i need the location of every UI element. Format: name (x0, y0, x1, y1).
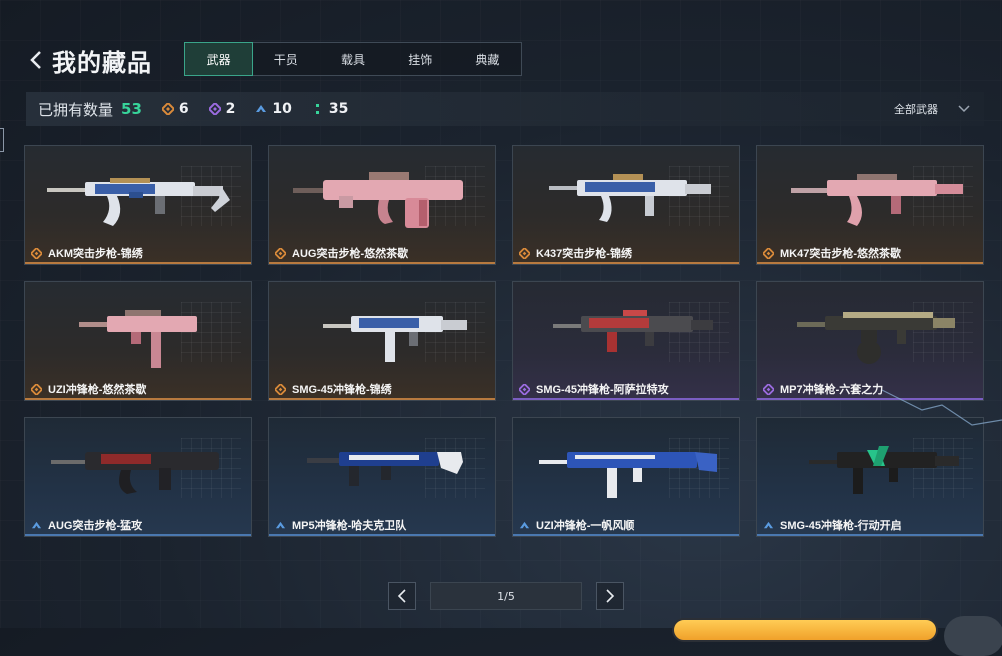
orange-diamond-icon (31, 383, 42, 395)
weapon-name: SMG-45冲锋枪-行动开启 (780, 520, 902, 532)
blue-chevron-icon (255, 103, 267, 115)
weapon-name: AUG突击步枪-悠然茶歇 (292, 248, 409, 260)
purple-diamond-icon (519, 383, 530, 395)
owned-count-total: 53 (121, 100, 142, 118)
purple-diamond-icon (763, 383, 774, 395)
blue-chevron-icon (275, 520, 286, 531)
blue-chevron-icon (31, 520, 42, 531)
chevron-left-icon (30, 51, 41, 69)
secondary-round-button[interactable] (944, 616, 1002, 656)
chevron-down-icon (958, 105, 970, 113)
weapon-name: MP7冲锋枪-六套之力 (780, 384, 884, 396)
tab-weapons[interactable]: 武器 (184, 42, 254, 76)
weapon-name: SMG-45冲锋枪-锦绣 (292, 384, 392, 396)
weapon-name: UZI冲锋枪-悠然茶歇 (48, 384, 147, 396)
stats-bar: 已拥有数量 53 6 2 10 35 全部武器 (26, 92, 984, 126)
weapon-card[interactable]: MK47突击步枪-悠然茶歇 (756, 145, 984, 265)
green-dots-icon (312, 103, 324, 115)
purple-diamond-icon (208, 103, 221, 115)
stat-green-count: 35 (328, 101, 349, 117)
header: 我的藏品 (26, 42, 152, 78)
orange-diamond-icon (519, 247, 530, 259)
smg-uzi-image (79, 310, 197, 368)
stat-blue: 10 (255, 101, 292, 117)
orange-diamond-icon (275, 383, 286, 395)
weapon-card[interactable]: SMG-45冲锋枪-行动开启 (756, 417, 984, 537)
weapon-card[interactable]: K437突击步枪-锦绣 (512, 145, 740, 265)
orange-diamond-icon (275, 247, 286, 259)
rifle-k437-image (549, 174, 711, 222)
weapon-filter-dropdown[interactable]: 全部武器 (894, 92, 970, 126)
weapon-card[interactable]: UZI冲锋枪-一帆风顺 (512, 417, 740, 537)
smg-45-image (809, 446, 959, 494)
smg-mp7-image (797, 312, 955, 364)
weapon-name: MK47突击步枪-悠然茶歇 (780, 248, 902, 260)
weapon-name: MP5冲锋枪-哈夫克卫队 (292, 520, 407, 532)
weapon-name: SMG-45冲锋枪-阿萨拉特攻 (536, 384, 669, 396)
stat-orange-count: 6 (178, 101, 189, 117)
weapon-card[interactable]: UZI冲锋枪-悠然茶歇 (24, 281, 252, 401)
smg-mp5-image (307, 452, 463, 486)
weapon-card[interactable]: AKM突击步枪-锦绣 (24, 145, 252, 265)
weapon-name: AUG突击步枪-猛攻 (48, 520, 143, 532)
page-title: 我的藏品 (52, 49, 152, 77)
next-page-button[interactable] (596, 582, 624, 610)
weapon-card[interactable]: AUG突击步枪-悠然茶歇 (268, 145, 496, 265)
blue-chevron-icon (519, 520, 530, 531)
orange-diamond-icon (31, 247, 42, 259)
pagination: 1/5 (388, 582, 624, 610)
rifle-mk47-image (791, 174, 963, 226)
stat-purple: 2 (208, 101, 236, 117)
category-tabs: 武器 干员 载具 挂饰 典藏 (184, 42, 522, 76)
primary-action-button[interactable] (672, 618, 938, 642)
rifle-akm-image (47, 178, 230, 226)
orange-diamond-icon (161, 103, 174, 115)
rifle-aug-image (51, 452, 219, 494)
stat-orange: 6 (161, 101, 189, 117)
smg-45-image (323, 316, 467, 362)
weapon-name: UZI冲锋枪-一帆风顺 (536, 520, 635, 532)
back-button[interactable] (26, 45, 46, 75)
weapon-name: K437突击步枪-锦绣 (536, 248, 632, 260)
weapon-name: AKM突击步枪-锦绣 (48, 248, 143, 260)
weapon-card[interactable]: MP5冲锋枪-哈夫克卫队 (268, 417, 496, 537)
weapon-card[interactable]: SMG-45冲锋枪-锦绣 (268, 281, 496, 401)
stat-green: 35 (312, 101, 348, 117)
tab-collection[interactable]: 典藏 (454, 43, 521, 75)
tab-vehicles[interactable]: 载具 (319, 43, 386, 75)
weapon-card[interactable]: SMG-45冲锋枪-阿萨拉特攻 (512, 281, 740, 401)
side-panel-handle[interactable] (0, 128, 4, 152)
smg-45-image (553, 310, 713, 352)
stat-purple-count: 2 (225, 101, 236, 117)
weapon-card[interactable]: AUG突击步枪-猛攻 (24, 417, 252, 537)
weapon-card[interactable]: MP7冲锋枪-六套之力 (756, 281, 984, 401)
chevron-left-icon (397, 589, 406, 603)
filter-label: 全部武器 (894, 104, 938, 116)
blue-chevron-icon (763, 520, 774, 531)
page-indicator: 1/5 (430, 582, 582, 610)
tab-operators[interactable]: 干员 (252, 43, 319, 75)
smg-uzi-image (539, 452, 717, 498)
tab-charms[interactable]: 挂饰 (387, 43, 454, 75)
chevron-right-icon (606, 589, 615, 603)
rifle-aug-image (293, 172, 463, 228)
orange-diamond-icon (763, 247, 774, 259)
prev-page-button[interactable] (388, 582, 416, 610)
owned-count-label: 已拥有数量 (38, 101, 114, 119)
stat-blue-count: 10 (272, 101, 292, 117)
